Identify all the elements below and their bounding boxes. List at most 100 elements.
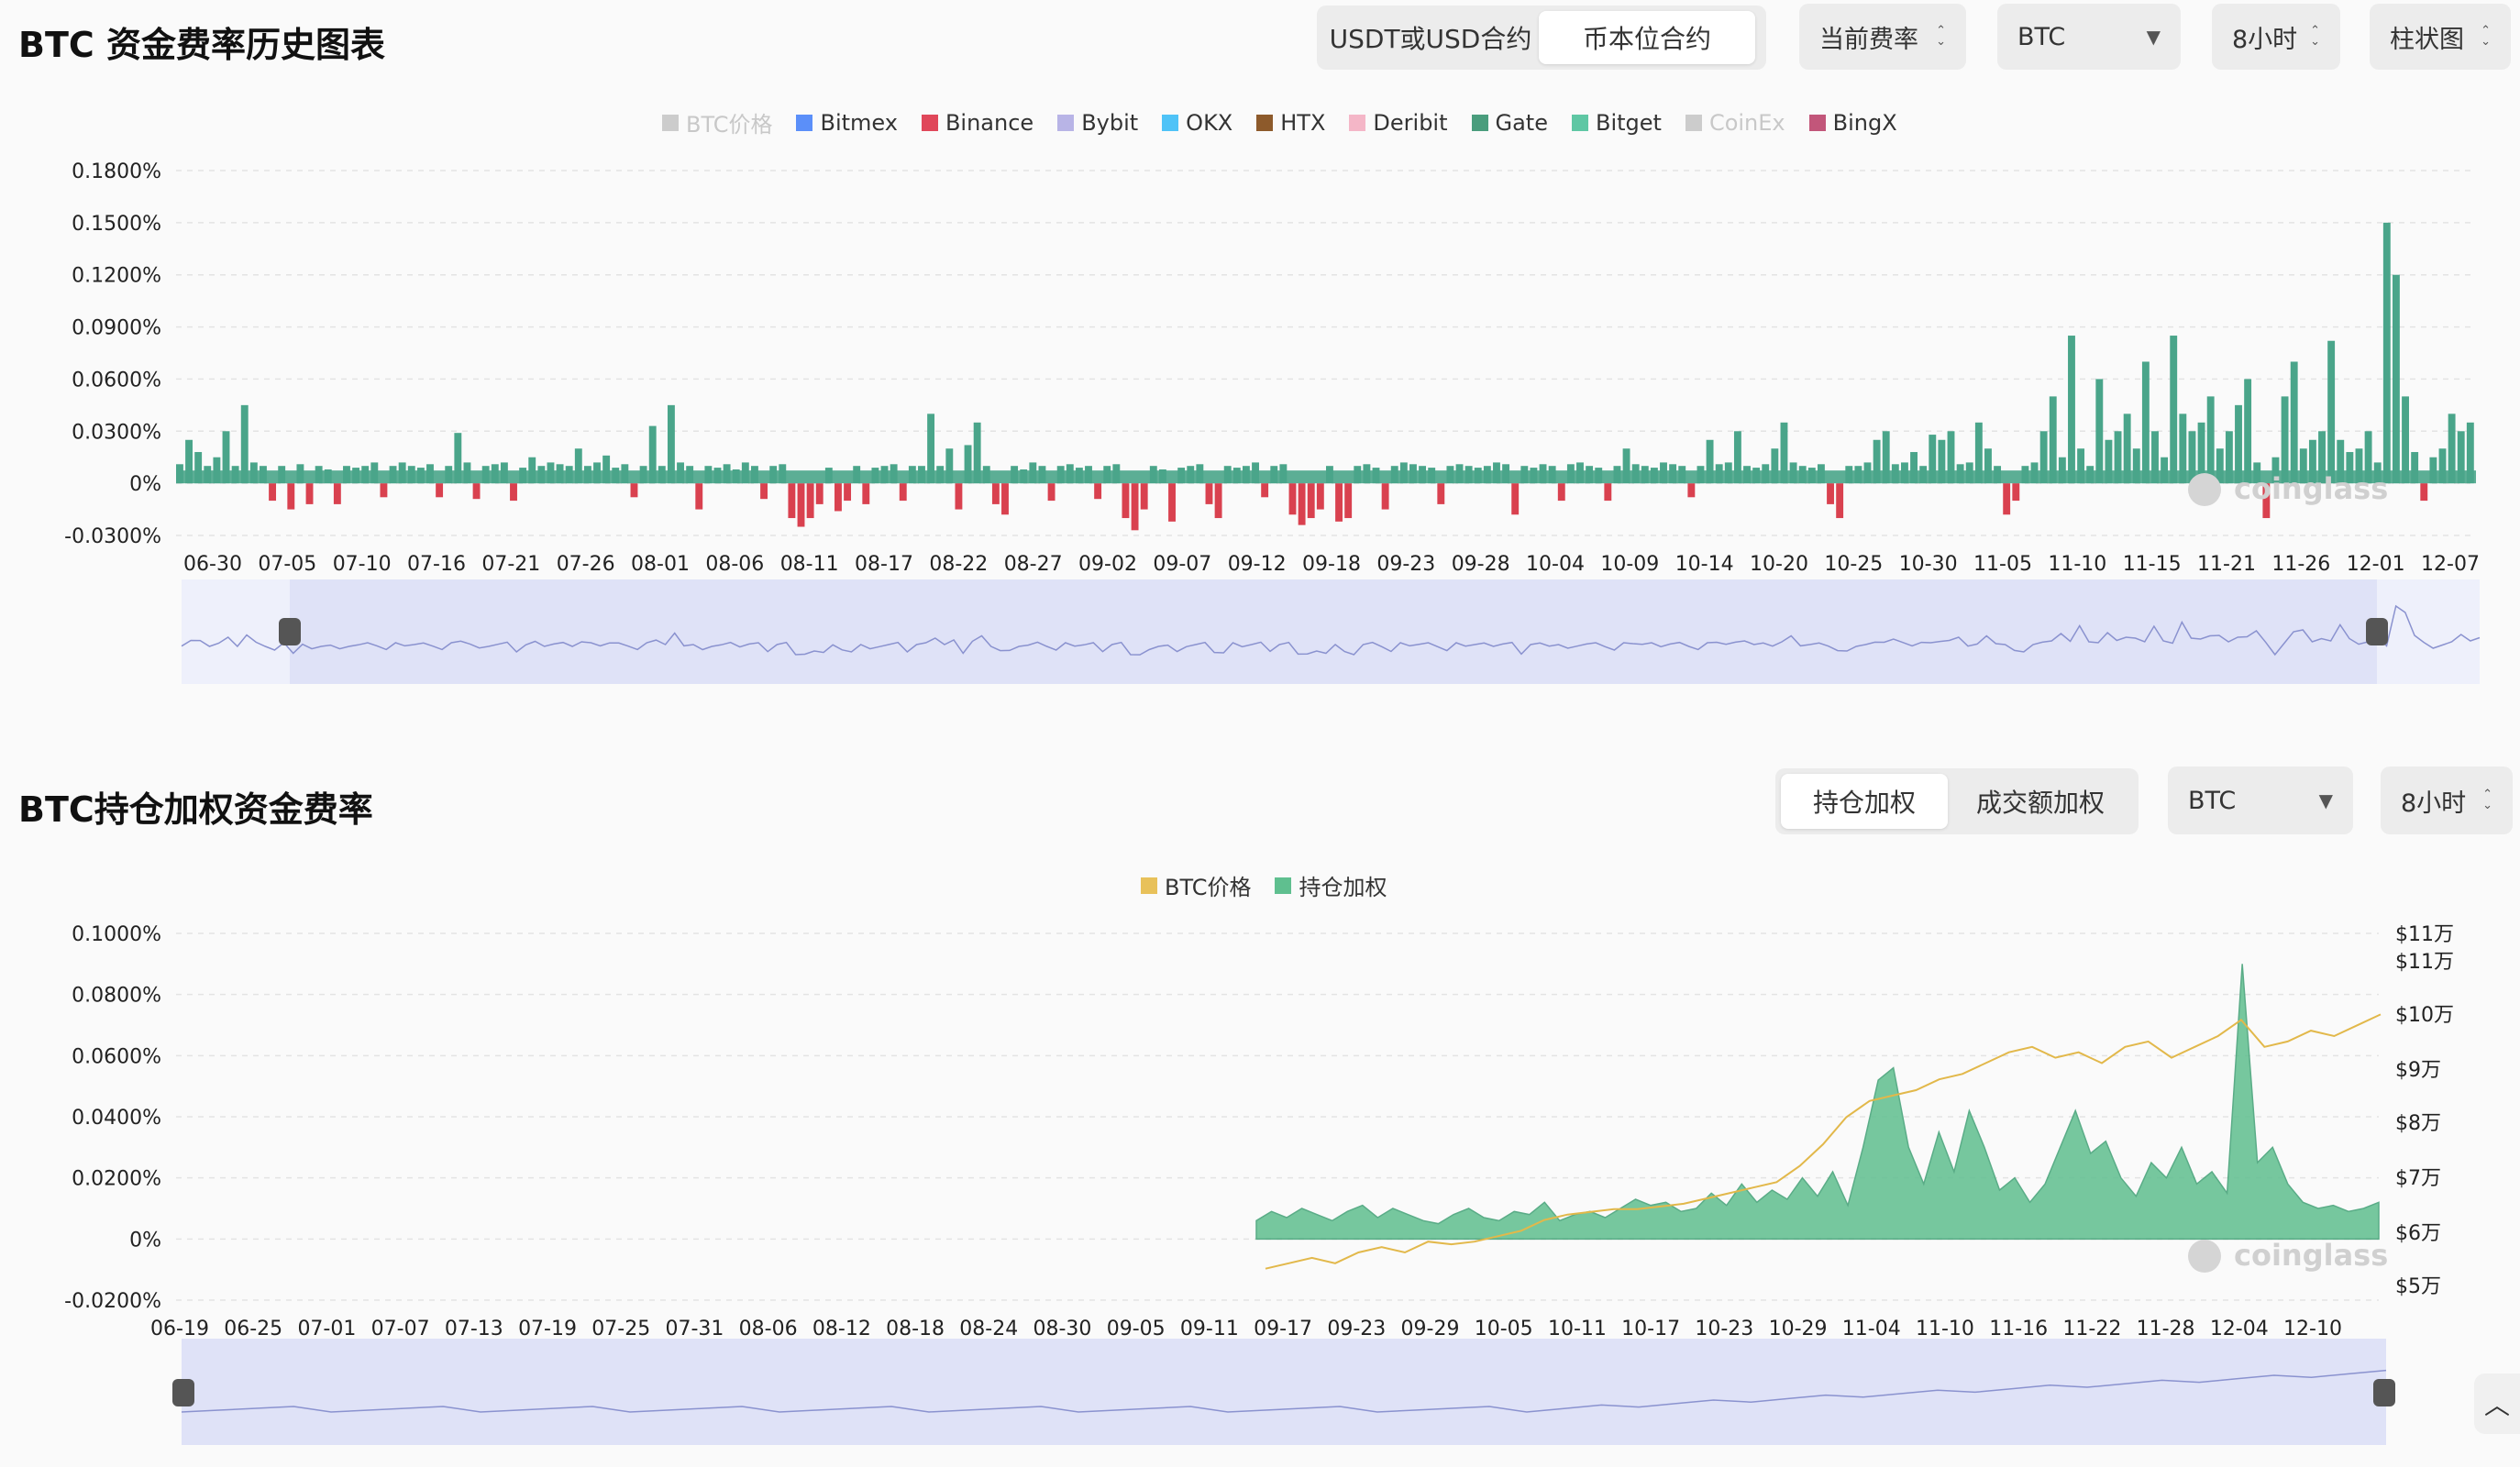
- bar: [1094, 483, 1102, 500]
- bar: [1214, 483, 1222, 519]
- bar: [630, 483, 638, 498]
- x-tick-label: 09-23: [1327, 1318, 1386, 1340]
- y-tick-label: 0.0600%: [72, 1045, 161, 1068]
- bar: [1316, 483, 1324, 510]
- x-tick-label: 11-10: [1916, 1318, 1974, 1340]
- x-tick-label: 08-24: [959, 1318, 1018, 1340]
- coinglass-logo-icon: [2188, 473, 2221, 506]
- x-tick-label: 10-09: [1600, 553, 1659, 576]
- bar: [1687, 483, 1696, 498]
- y-tick-label: -0.0300%: [64, 525, 161, 548]
- bar: [760, 483, 768, 500]
- y2-tick-label: $8万: [2395, 1112, 2441, 1135]
- bar: [2392, 274, 2400, 484]
- x-tick-label: 10-14: [1675, 553, 1734, 576]
- bar: [2012, 483, 2020, 502]
- x-tick-label: 07-01: [297, 1318, 356, 1340]
- x-tick-label: 07-10: [333, 553, 392, 576]
- bar: [380, 483, 388, 498]
- y-tick-label: -0.0200%: [64, 1290, 161, 1313]
- x-tick-label: 09-05: [1107, 1318, 1166, 1340]
- tab-volume-weighted[interactable]: 成交额加权: [1948, 774, 2133, 829]
- bar: [1511, 483, 1520, 515]
- bar: [333, 483, 341, 504]
- section-title-weighted: BTC持仓加权资金费率: [18, 789, 373, 830]
- y-tick-label: 0%: [129, 1229, 161, 1252]
- y-tick-label: 0%: [129, 473, 161, 496]
- navigator-window: [182, 1339, 2386, 1445]
- x-tick-label: 07-05: [258, 553, 316, 576]
- navigator-handle: [2373, 1379, 2395, 1406]
- y-tick-label: 0.1500%: [72, 213, 161, 236]
- y-tick-label: 0.0800%: [72, 985, 161, 1008]
- x-tick-label: 09-02: [1078, 553, 1137, 576]
- x-tick-label: 09-18: [1302, 553, 1361, 576]
- x-tick-label: 08-18: [886, 1318, 945, 1340]
- x-tick-label: 12-07: [2421, 553, 2480, 576]
- bar: [2281, 396, 2289, 484]
- x-tick-label: 11-15: [2123, 553, 2182, 576]
- x-tick-label: 07-21: [481, 553, 540, 576]
- navigator-handle: [172, 1379, 194, 1406]
- y-tick-label: 0.0300%: [72, 421, 161, 444]
- y-tick-label: 0.1800%: [72, 160, 161, 183]
- x-tick-label: 10-29: [1769, 1318, 1828, 1340]
- bar: [510, 483, 517, 502]
- baseline-band: [176, 470, 2476, 484]
- bar: [1261, 483, 1269, 498]
- x-tick-label: 10-30: [1899, 553, 1958, 576]
- interval-select-2-value: 8小时: [2401, 789, 2467, 818]
- x-tick-label: 10-04: [1526, 553, 1585, 576]
- bar: [1001, 483, 1009, 515]
- bar: [1557, 483, 1565, 502]
- bar: [695, 483, 703, 510]
- bar: [1168, 483, 1176, 522]
- caret-down-icon: ▼: [2318, 789, 2333, 811]
- interval-select-2[interactable]: 8小时 ⌃ ⌄: [2381, 767, 2513, 834]
- navigator-handle: [2366, 618, 2388, 645]
- bar: [1344, 483, 1353, 519]
- x-tick-label: 11-10: [2048, 553, 2106, 576]
- x-tick-label: 09-17: [1254, 1318, 1312, 1340]
- bar: [834, 483, 842, 512]
- x-tick-label: 10-11: [1548, 1318, 1607, 1340]
- bar: [1047, 483, 1056, 502]
- bar: [1140, 483, 1148, 510]
- bar: [2402, 396, 2409, 484]
- bar: [1122, 483, 1130, 519]
- y2-tick-label: $6万: [2395, 1222, 2441, 1245]
- bar: [1307, 483, 1315, 519]
- scroll-to-top-button[interactable]: ︿: [2474, 1373, 2520, 1434]
- x-tick-label: 11-22: [2062, 1318, 2121, 1340]
- coin-select-2[interactable]: BTC ▼: [2168, 767, 2353, 834]
- x-tick-label: 07-13: [445, 1318, 503, 1340]
- y-tick-label: 0.1000%: [72, 923, 161, 946]
- x-tick-label: 11-16: [1989, 1318, 2048, 1340]
- bar: [1335, 483, 1343, 522]
- bar: [862, 483, 870, 504]
- bar: [991, 483, 1000, 504]
- bar: [806, 483, 814, 519]
- bar: [1604, 483, 1612, 502]
- chevron-up-icon: ︿: [2483, 1390, 2510, 1420]
- x-tick-label: 08-22: [929, 553, 988, 576]
- x-tick-label: 08-01: [631, 553, 690, 576]
- x-tick-label: 11-05: [1973, 553, 2032, 576]
- y-tick-label: 0.0900%: [72, 317, 161, 340]
- bar: [2141, 361, 2150, 484]
- bar: [1437, 483, 1445, 504]
- navigator-handle: [279, 618, 301, 645]
- x-tick-label: 07-31: [665, 1318, 724, 1340]
- tab-oi-weighted[interactable]: 持仓加权: [1781, 774, 1948, 829]
- funding-rate-bar-chart: 0.1800% 0.1500% 0.1200% 0.0900% 0.0600% 0.030…: [64, 160, 2481, 684]
- x-tick-label: 09-11: [1180, 1318, 1239, 1340]
- x-tick-label: 11-26: [2271, 553, 2330, 576]
- y-tick-label: 0.1200%: [72, 265, 161, 288]
- bar: [1381, 483, 1389, 510]
- sort-updown-icon: ⌃ ⌄: [2482, 788, 2492, 812]
- x-tick-label: 09-07: [1153, 553, 1211, 576]
- weighted-funding-area-chart: 0.1000% 0.0800% 0.0600% 0.0400% 0.0200% 0% -0.…: [64, 923, 2454, 1445]
- coinglass-logo-icon: [2188, 1240, 2221, 1273]
- bar: [2206, 396, 2215, 484]
- x-tick-label: 10-25: [1824, 553, 1883, 576]
